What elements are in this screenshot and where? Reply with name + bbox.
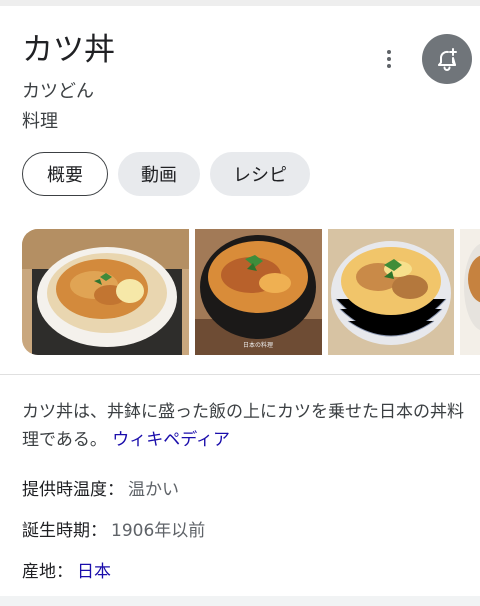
add-alert-icon — [438, 48, 457, 71]
food-image-1[interactable] — [22, 229, 189, 355]
add-alert-button[interactable] — [422, 34, 472, 84]
fact-value: 温かい — [128, 480, 179, 500]
bottom-divider-strip — [0, 596, 480, 606]
more-vert-icon — [387, 50, 391, 54]
fact-place-of-origin: 産地： 日本 — [22, 560, 111, 584]
fact-value: 1906年以前 — [111, 521, 206, 541]
top-divider-strip — [0, 0, 480, 6]
tab-overview[interactable]: 概要 — [22, 152, 108, 196]
tab-recipes[interactable]: レシピ — [210, 152, 310, 196]
fact-origin-date: 誕生時期： 1906年以前 — [22, 519, 205, 543]
image-watermark: 日本の料理 — [243, 341, 273, 349]
food-image-4[interactable] — [460, 229, 480, 355]
fact-serving-temperature: 提供時温度： 温かい — [22, 478, 179, 502]
food-image-2[interactable]: 日本の料理 — [195, 229, 322, 355]
entity-title: カツ丼 — [22, 32, 115, 68]
image-carousel[interactable]: 日本の料理 — [22, 229, 480, 355]
entity-category: 料理 — [22, 111, 58, 132]
fact-label: 提供時温度： — [22, 480, 124, 500]
wikipedia-link[interactable]: ウィキペディア — [112, 430, 230, 450]
more-options-button[interactable] — [374, 44, 404, 74]
description-text: カツ丼は、丼鉢に盛った飯の上にカツを乗せた日本の丼料理である。 — [22, 402, 464, 450]
fact-value-link[interactable]: 日本 — [77, 562, 111, 582]
topic-tabs: 概要 動画 レシピ — [22, 152, 310, 196]
food-image-3[interactable] — [328, 229, 454, 355]
tab-videos[interactable]: 動画 — [118, 152, 200, 196]
entity-reading: カツどん — [22, 81, 94, 102]
entity-description: カツ丼は、丼鉢に盛った飯の上にカツを乗せた日本の丼料理である。 ウィキペディア — [22, 398, 467, 454]
fact-label: 誕生時期： — [22, 521, 107, 541]
section-divider — [0, 374, 480, 375]
fact-label: 産地： — [22, 562, 73, 582]
